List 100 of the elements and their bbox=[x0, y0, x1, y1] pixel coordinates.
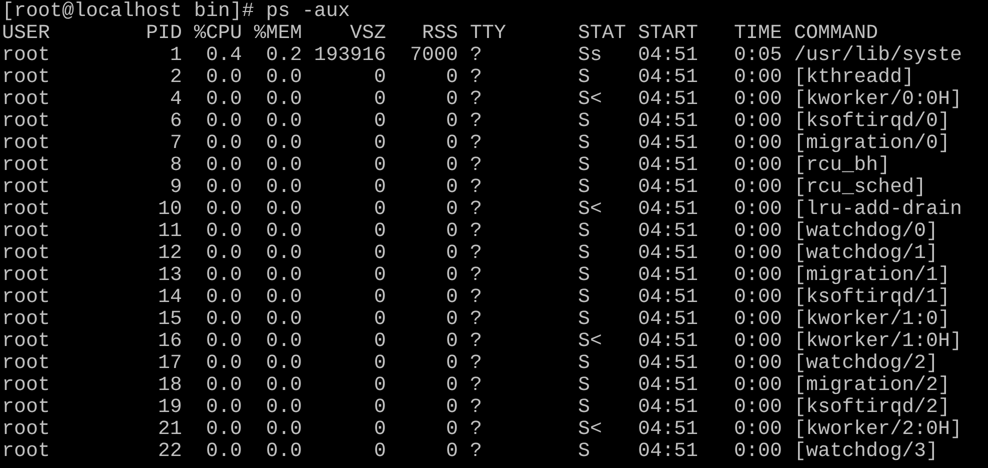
table-cell: 0.0 bbox=[206, 243, 242, 265]
table-cell: S bbox=[578, 111, 590, 133]
table-cell: 0:00 bbox=[734, 243, 782, 265]
table-cell: S bbox=[578, 221, 590, 243]
table-cell: S< bbox=[578, 89, 602, 111]
table-cell: 0.0 bbox=[266, 287, 302, 309]
table-cell: S bbox=[578, 375, 590, 397]
table-cell: 0.0 bbox=[206, 111, 242, 133]
table-cell-text: [rcu_bh] bbox=[793, 155, 890, 177]
table-cell: 16 bbox=[158, 331, 182, 353]
table-cell: 17 bbox=[158, 353, 182, 375]
table-cell: 0 bbox=[374, 309, 386, 331]
table-cell: 04:51 bbox=[638, 419, 698, 441]
table-cell: 0.0 bbox=[266, 67, 302, 89]
table-cell: 0 bbox=[374, 243, 386, 265]
table-cell-text: [migration/0] bbox=[793, 133, 950, 155]
table-cell: 0 bbox=[446, 287, 458, 309]
table-cell: 04:51 bbox=[638, 89, 698, 111]
table-cell: 0.0 bbox=[206, 177, 242, 199]
column-header: %MEM bbox=[254, 23, 302, 45]
table-cell: 0:00 bbox=[734, 67, 782, 89]
table-cell: 0.0 bbox=[266, 309, 302, 331]
table-cell: root bbox=[2, 397, 50, 419]
table-cell: 0 bbox=[374, 397, 386, 419]
table-cell: 0 bbox=[374, 133, 386, 155]
table-cell: S bbox=[578, 353, 590, 375]
table-cell: 0.0 bbox=[266, 397, 302, 419]
table-cell: 0 bbox=[446, 375, 458, 397]
table-cell-text: ? bbox=[469, 353, 482, 375]
table-cell: 0.0 bbox=[266, 375, 302, 397]
table-cell: 0.0 bbox=[206, 397, 242, 419]
column-header: RSS bbox=[422, 23, 458, 45]
table-cell: 0.0 bbox=[206, 309, 242, 331]
table-cell: root bbox=[2, 419, 50, 441]
table-cell: S< bbox=[578, 419, 602, 441]
table-cell: 0 bbox=[446, 67, 458, 89]
table-cell: S bbox=[578, 155, 590, 177]
table-cell: 0 bbox=[374, 89, 386, 111]
table-cell: 10 bbox=[158, 199, 182, 221]
table-cell: S bbox=[578, 287, 590, 309]
table-cell: 0.0 bbox=[266, 331, 302, 353]
table-cell: 04:51 bbox=[638, 353, 698, 375]
table-cell: 0 bbox=[446, 221, 458, 243]
table-cell: 0.0 bbox=[206, 375, 242, 397]
table-cell: 0.0 bbox=[206, 221, 242, 243]
command-prompt: [root@localhost bin]# ps -aux bbox=[2, 0, 350, 23]
table-cell: root bbox=[2, 287, 50, 309]
table-cell: root bbox=[2, 67, 50, 89]
table-cell: root bbox=[2, 331, 50, 353]
table-cell: 14 bbox=[158, 287, 182, 309]
table-cell: 04:51 bbox=[638, 441, 698, 463]
table-cell: S bbox=[578, 133, 590, 155]
table-cell-text: [ksoftirqd/0] bbox=[793, 111, 950, 133]
table-cell: 04:51 bbox=[638, 67, 698, 89]
table-cell: S< bbox=[578, 199, 602, 221]
table-cell: 04:51 bbox=[638, 133, 698, 155]
table-cell: 0.0 bbox=[266, 177, 302, 199]
column-header: USER bbox=[2, 23, 50, 45]
table-cell: 193916 bbox=[314, 45, 386, 67]
table-cell-text: [watchdog/1] bbox=[793, 243, 938, 265]
table-cell: 0:00 bbox=[734, 353, 782, 375]
table-cell: 04:51 bbox=[638, 45, 698, 67]
table-cell: 0:00 bbox=[734, 441, 782, 463]
table-cell: 0 bbox=[374, 67, 386, 89]
table-cell-text: [kworker/2:0H] bbox=[793, 419, 962, 441]
table-cell: 6 bbox=[170, 111, 182, 133]
table-cell: S bbox=[578, 309, 590, 331]
table-cell-text: ? bbox=[469, 375, 482, 397]
table-cell-text: ? bbox=[469, 287, 482, 309]
table-cell: 04:51 bbox=[638, 177, 698, 199]
table-cell: 0 bbox=[446, 265, 458, 287]
table-cell: 0 bbox=[446, 177, 458, 199]
table-cell-text: ? bbox=[469, 67, 482, 89]
table-cell: 0.0 bbox=[206, 89, 242, 111]
table-cell: 0.0 bbox=[266, 353, 302, 375]
table-cell: 0:00 bbox=[734, 331, 782, 353]
table-cell: 04:51 bbox=[638, 221, 698, 243]
table-cell: root bbox=[2, 353, 50, 375]
table-cell: 0:00 bbox=[734, 265, 782, 287]
table-cell: 04:51 bbox=[638, 199, 698, 221]
table-cell: 0 bbox=[374, 111, 386, 133]
table-cell: root bbox=[2, 243, 50, 265]
table-cell: 0:05 bbox=[734, 45, 782, 67]
table-cell: 0.2 bbox=[266, 45, 302, 67]
table-cell: root bbox=[2, 221, 50, 243]
table-cell: 0:00 bbox=[734, 309, 782, 331]
table-cell: 0.0 bbox=[206, 331, 242, 353]
table-cell: 04:51 bbox=[638, 375, 698, 397]
table-cell: 0.0 bbox=[266, 111, 302, 133]
table-cell-text: [migration/1] bbox=[793, 265, 950, 287]
table-cell-text: [watchdog/2] bbox=[793, 353, 938, 375]
table-cell: 7000 bbox=[410, 45, 458, 67]
table-cell: 0.0 bbox=[266, 221, 302, 243]
table-cell: 1 bbox=[170, 45, 182, 67]
table-cell: S bbox=[578, 397, 590, 419]
column-header: START bbox=[638, 23, 698, 45]
table-cell: root bbox=[2, 45, 50, 67]
table-cell: 04:51 bbox=[638, 265, 698, 287]
table-cell: 0.0 bbox=[266, 199, 302, 221]
table-cell: 15 bbox=[158, 309, 182, 331]
